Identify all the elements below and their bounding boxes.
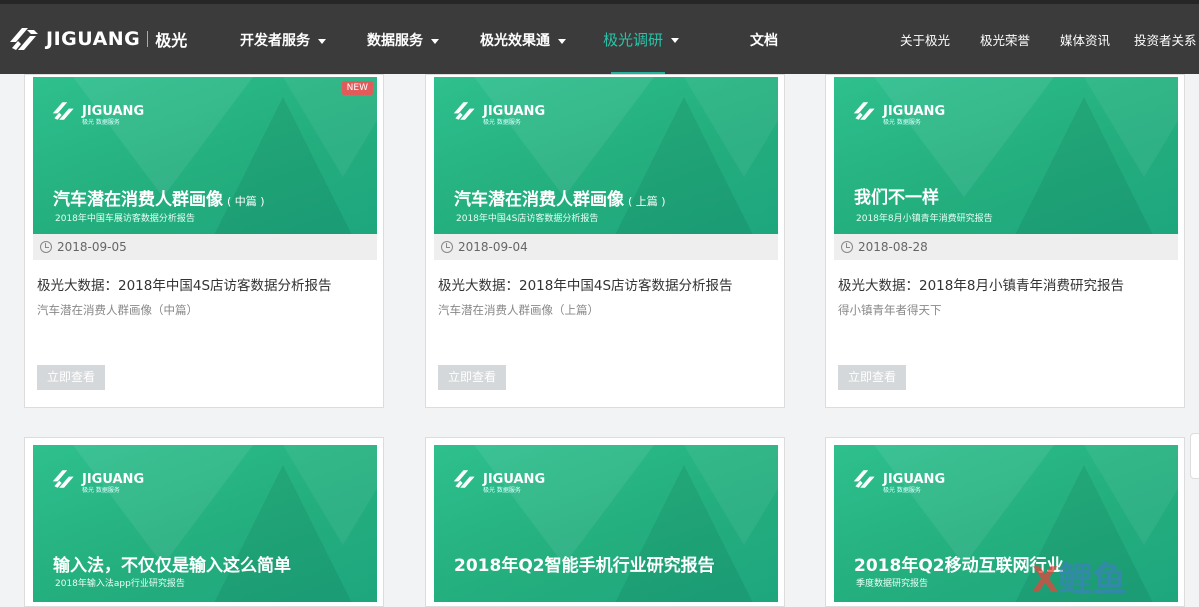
jiguang-logo-icon [853, 102, 875, 120]
jiguang-logo-icon [853, 470, 875, 488]
cover-title-suffix: ( 中篇 ) [227, 195, 265, 208]
nav-label: 开发者服务 [240, 33, 310, 49]
cover-title: 汽车潜在消费人群画像 ( 上篇 ) [454, 185, 666, 210]
nav-data-services[interactable]: 数据服务 [367, 30, 439, 50]
chevron-down-icon [558, 38, 566, 44]
jiguang-logo-icon [52, 102, 74, 120]
nav-about[interactable]: 关于极光 [900, 30, 950, 49]
site-watermark: X鲤鱼 [1032, 552, 1126, 601]
nav-effect-service[interactable]: 极光效果通 [480, 30, 566, 50]
date-bar: 2018-09-04 [434, 234, 778, 260]
site-logo[interactable]: JIGUANG 极光 [8, 24, 187, 54]
new-badge: NEW [341, 81, 373, 95]
report-title[interactable]: 极光大数据：2018年中国4S店访客数据分析报告 [438, 274, 733, 294]
logo-divider [147, 31, 149, 47]
top-navigation-bar: JIGUANG 极光 开发者服务 数据服务 极光效果通 极光调研 文档 关于极光… [0, 0, 1199, 75]
jiguang-logo-icon [10, 28, 38, 50]
report-card[interactable]: JIGUANG 极光 数据服务 汽车潜在消费人群画像 ( 上篇 ) 2018年中国… [425, 74, 785, 408]
cover-logo: JIGUANG 极光 数据服务 [452, 467, 545, 494]
jiguang-logo-icon [453, 102, 475, 120]
cover-logo-sub: 极光 数据服务 [82, 487, 120, 494]
report-cover-image[interactable]: JIGUANG 极光 数据服务 NEW 汽车潜在消费人群画像 ( 中篇 ) 201… [33, 77, 377, 234]
cover-title: 汽车潜在消费人群画像 ( 中篇 ) [53, 185, 265, 210]
report-description: 得小镇青年者得天下 [838, 303, 942, 317]
nav-label: 极光调研 [603, 31, 664, 49]
report-title[interactable]: 极光大数据：2018年中国4S店访客数据分析报告 [37, 274, 332, 294]
cover-logo: JIGUANG 极光 数据服务 [852, 467, 945, 494]
view-now-button[interactable]: 立即查看 [838, 365, 906, 390]
clock-icon [841, 241, 853, 253]
view-now-button[interactable]: 立即查看 [438, 365, 506, 390]
jiguang-logo-icon [52, 470, 74, 488]
cover-logo: JIGUANG 极光 数据服务 [51, 467, 144, 494]
report-cover-image[interactable]: JIGUANG 极光 数据服务 我们不一样 2018年8月小镇青年消费研究报告 [834, 77, 1178, 234]
publish-date: 2018-09-05 [57, 240, 127, 254]
cover-logo: JIGUANG 极光 数据服务 [852, 99, 945, 126]
report-card[interactable]: JIGUANG 极光 数据服务 NEW 汽车潜在消费人群画像 ( 中篇 ) 201… [24, 74, 384, 408]
cover-logo-sub: 极光 数据服务 [883, 487, 921, 494]
cover-title: 我们不一样 [854, 188, 939, 208]
cover-title-text: 汽车潜在消费人群画像 [454, 190, 624, 210]
cover-subtitle: 2018年中国4S店访客数据分析报告 [456, 214, 599, 224]
date-bar: 2018-08-28 [834, 234, 1178, 260]
chevron-down-icon [318, 38, 326, 44]
date-bar: 2018-09-05 [33, 234, 377, 260]
nav-media[interactable]: 媒体资讯 [1060, 30, 1110, 49]
side-float-tab[interactable] [1190, 433, 1199, 479]
nav-docs[interactable]: 文档 [750, 30, 778, 50]
cover-subtitle: 2018年8月小镇青年消费研究报告 [856, 214, 993, 224]
nav-investors[interactable]: 投资者关系 [1134, 30, 1197, 49]
cover-logo-sub: 极光 数据服务 [883, 119, 921, 126]
report-card[interactable]: JIGUANG 极光 数据服务 输入法，不仅仅是输入这么简单 2018年输入法a… [24, 437, 384, 607]
report-description: 汽车潜在消费人群画像（中篇） [37, 303, 198, 317]
view-now-button[interactable]: 立即查看 [37, 365, 105, 390]
report-title[interactable]: 极光大数据：2018年8月小镇青年消费研究报告 [838, 274, 1124, 294]
watermark-text: 鲤鱼 [1058, 560, 1127, 600]
cover-title: 输入法，不仅仅是输入这么简单 [53, 556, 291, 576]
publish-date: 2018-08-28 [858, 240, 928, 254]
report-description: 汽车潜在消费人群画像（上篇） [438, 303, 599, 317]
jiguang-logo-icon [453, 470, 475, 488]
clock-icon [441, 241, 453, 253]
cover-subtitle: 2018年输入法app行业研究报告 [55, 579, 185, 589]
report-cover-image[interactable]: JIGUANG 极光 数据服务 2018年Q2移动互联网行业 季度数据研究报告 [834, 445, 1178, 602]
report-cover-image[interactable]: JIGUANG 极光 数据服务 输入法，不仅仅是输入这么简单 2018年输入法a… [33, 445, 377, 602]
watermark-x: X [1032, 560, 1059, 600]
cover-logo-sub: 极光 数据服务 [82, 119, 120, 126]
publish-date: 2018-09-04 [458, 240, 528, 254]
chevron-down-icon [671, 38, 680, 43]
nav-honors[interactable]: 极光荣誉 [980, 30, 1030, 49]
nav-label: 文档 [750, 33, 778, 49]
nav-label: 数据服务 [367, 33, 423, 49]
nav-developer-services[interactable]: 开发者服务 [240, 30, 326, 50]
report-cover-image[interactable]: JIGUANG 极光 数据服务 2018年Q2智能手机行业研究报告 [434, 445, 778, 602]
cover-title-text: 汽车潜在消费人群画像 [53, 190, 223, 210]
clock-icon [40, 241, 52, 253]
cover-title: 2018年Q2智能手机行业研究报告 [454, 556, 715, 576]
cover-title-suffix: ( 上篇 ) [628, 195, 666, 208]
cover-subtitle: 2018年中国车展访客数据分析报告 [55, 214, 195, 224]
report-card[interactable]: JIGUANG 极光 数据服务 我们不一样 2018年8月小镇青年消费研究报告 … [825, 74, 1185, 408]
logo-text: JIGUANG [46, 28, 141, 50]
logo-chinese: 极光 [155, 31, 188, 50]
cover-logo: JIGUANG 极光 数据服务 [452, 99, 545, 126]
nav-label: 极光效果通 [480, 33, 550, 49]
report-cover-image[interactable]: JIGUANG 极光 数据服务 汽车潜在消费人群画像 ( 上篇 ) 2018年中国… [434, 77, 778, 234]
report-card[interactable]: JIGUANG 极光 数据服务 2018年Q2移动互联网行业 季度数据研究报告 [825, 437, 1185, 607]
cover-subtitle: 季度数据研究报告 [856, 579, 929, 589]
cover-logo-sub: 极光 数据服务 [483, 487, 521, 494]
nav-research[interactable]: 极光调研 [603, 29, 680, 50]
chevron-down-icon [431, 38, 439, 44]
report-card[interactable]: JIGUANG 极光 数据服务 2018年Q2智能手机行业研究报告 [425, 437, 785, 607]
cover-logo-sub: 极光 数据服务 [483, 119, 521, 126]
cover-logo: JIGUANG 极光 数据服务 [51, 99, 144, 126]
